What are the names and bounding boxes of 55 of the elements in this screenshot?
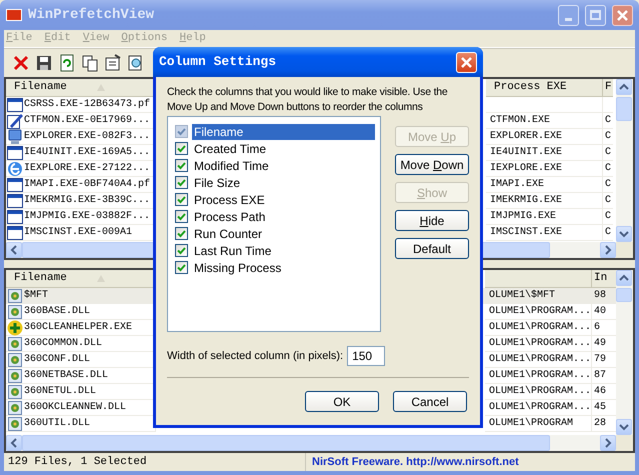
file-name: 360CONF.DLL [24,353,90,367]
table-cell-text: OLUME1\PROGRAM... [489,384,592,399]
table-cell-text: OLUME1\PROGRAM... [489,368,592,383]
table-cell-text: C [605,114,612,128]
file-name: EXPLORER.EXE-082F3... [24,130,150,144]
table-cell-text: IEXPLORE.EXE [490,162,562,176]
table-cell-text: C [605,130,612,144]
dialog-title: Column Settings [159,53,276,72]
table-cell-text: C [605,162,612,176]
file-name: 360NETUL.DLL [24,385,96,399]
status-panel: 129 Files, 1 Selected [4,453,306,471]
file-name: 360COMMON.DLL [24,337,102,351]
file-name: 360UTIL.DLL [24,417,90,431]
table-cell-text: OLUME1\PROGRAM [489,416,574,431]
file-name: IMJPMIG.EXE-03882F... [24,210,150,224]
table-cell-text: IMJPMIG.EXE [490,210,556,224]
table-cell-text: OLUME1\PROGRAM... [489,336,592,351]
table-cell-text: OLUME1\PROGRAM... [489,304,592,319]
table-cell-text: 87 [594,369,606,383]
table-cell-text: IE4UINIT.EXE [490,146,562,160]
table-cell-text: 98 [594,289,606,303]
table-cell-text: OLUME1\PROGRAM... [489,400,592,415]
file-name: CTFMON.EXE-0E17969... [24,114,150,128]
file-name: IMAPI.EXE-0BF740A4.pf [24,178,150,192]
table-cell-text: C [605,194,612,208]
file-name: 360CLEANHELPER.EXE [24,321,132,335]
table-cell-text: 40 [594,305,606,319]
table-cell-text: IMAPI.EXE [490,178,544,192]
table-cell-text: 45 [594,401,606,415]
file-name: IMSCINST.EXE-009A1 [24,226,132,240]
file-name: 360BASE.DLL [24,305,90,319]
table-cell-text: IMEKRMIG.EXE [490,194,562,208]
table-cell-text: 46 [594,385,606,399]
table-cell-text: IMSCINST.EXE [490,226,562,240]
window-title: WinPrefetchView [28,6,154,24]
table-cell-text: C [605,146,612,160]
table-cell-text: 28 [594,417,606,431]
table-cell-text: 6 [594,321,600,335]
table-cell-text: C [605,178,612,192]
table-cell-text: OLUME1\PROGRAM... [489,352,592,367]
file-name: IEXPLORE.EXE-27122... [24,162,150,176]
table-cell-text: 79 [594,353,606,367]
file-name: IMEKRMIG.EXE-3B39C... [24,194,150,208]
file-name: $MFT [24,288,48,303]
table-cell-text: OLUME1\PROGRAM... [489,320,592,335]
table-cell-text: EXPLORER.EXE [490,130,562,144]
table-cell-text: C [605,226,612,240]
table-cell-text: 49 [594,337,606,351]
file-name: 360NETBASE.DLL [24,369,108,383]
table-cell-text: C [605,210,612,224]
file-name: 360OKCLEANNEW.DLL [24,401,126,415]
file-name: IE4UINIT.EXE-169A5... [24,146,150,160]
table-cell-text: OLUME1\$MFT [489,288,556,303]
table-cell-text: CTFMON.EXE [490,114,550,128]
file-name: CSRSS.EXE-12B63473.pf [24,98,150,112]
